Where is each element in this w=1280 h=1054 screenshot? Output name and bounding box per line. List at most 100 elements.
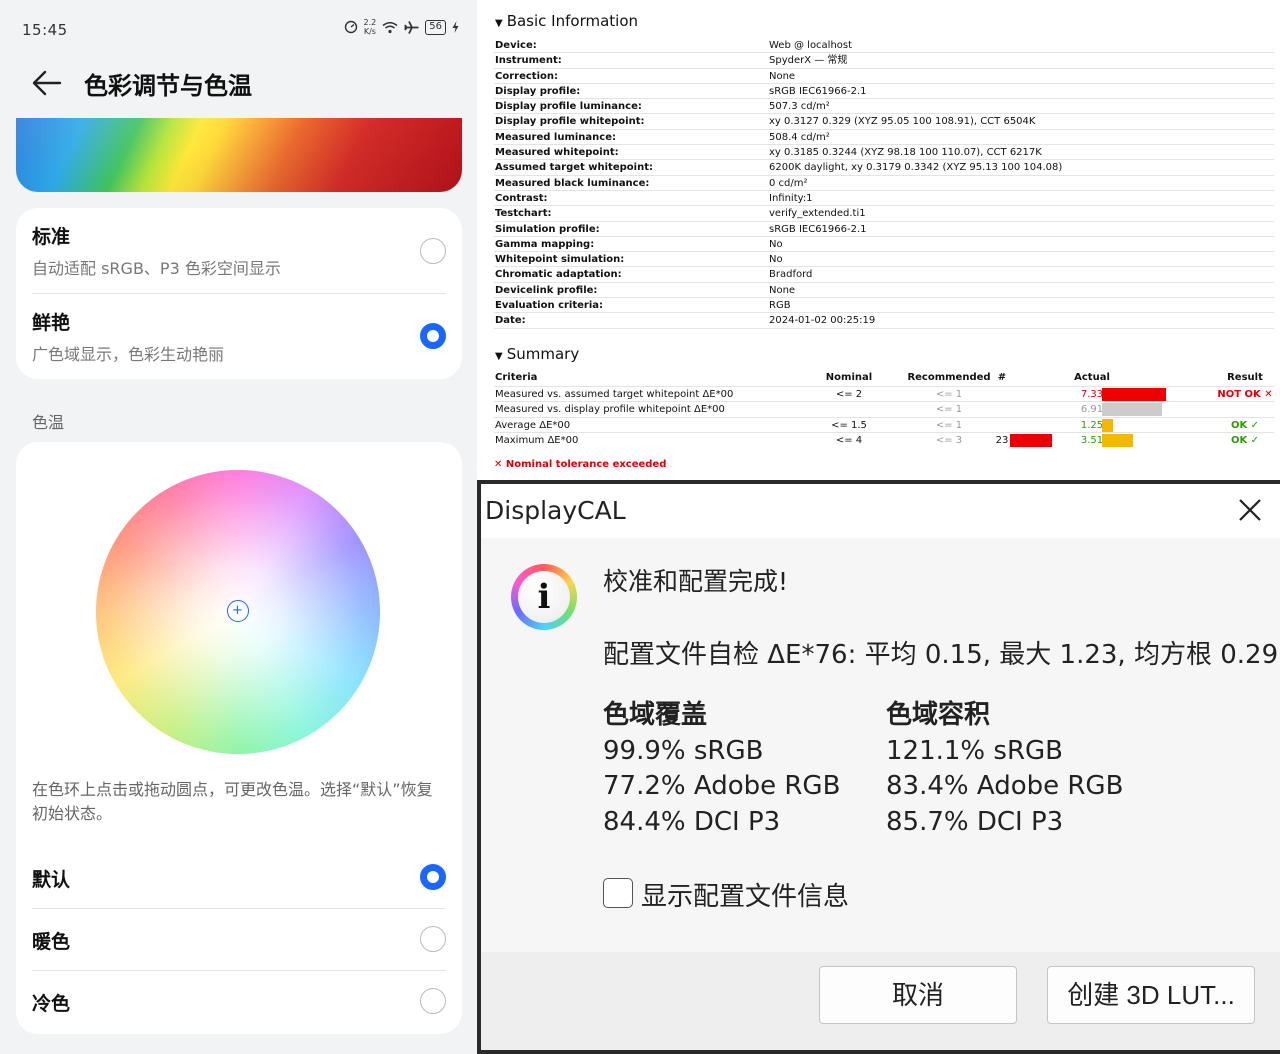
temp-option-warm[interactable]: 暖色 bbox=[32, 909, 446, 969]
info-key: Display profile whitepoint: bbox=[495, 116, 645, 128]
info-row: Device: Web @ localhost bbox=[494, 38, 1274, 54]
recommended-value: <= 1 bbox=[935, 389, 963, 400]
info-row: Whitepoint simulation: No bbox=[494, 252, 1274, 268]
recommended-value: <= 1 bbox=[935, 404, 963, 415]
close-icon[interactable] bbox=[1234, 494, 1266, 526]
color-wheel-handle[interactable] bbox=[227, 600, 249, 622]
cancel-button[interactable]: 取消 bbox=[819, 966, 1017, 1024]
info-key: Whitepoint simulation: bbox=[495, 254, 625, 266]
header-criteria: Criteria bbox=[495, 372, 538, 383]
info-row: Testchart: verify_extended.ti1 bbox=[494, 206, 1274, 222]
criteria-text: Measured vs. display profile whitepoint … bbox=[495, 404, 725, 415]
speed-unit: K/s bbox=[363, 27, 376, 36]
network-speed: 2.2 K/s bbox=[364, 18, 377, 36]
gamut-coverage-value: 99.9% sRGB bbox=[603, 735, 764, 766]
info-row: Measured black luminance: 0 cd/m² bbox=[494, 176, 1274, 191]
criteria-text: Average ΔE*00 bbox=[495, 420, 571, 431]
info-value: 2024-01-02 00:25:19 bbox=[769, 315, 876, 327]
radio-standard[interactable] bbox=[420, 238, 446, 264]
info-value: Bradford bbox=[769, 269, 813, 281]
create-3d-lut-button[interactable]: 创建 3D LUT... bbox=[1047, 966, 1255, 1024]
info-row: Display profile whitepoint: xy 0.3127 0.3… bbox=[494, 114, 1274, 130]
summary-row: Average ΔE*00 <= 1.5 <= 1 1.25 OK ✓ bbox=[494, 417, 1274, 432]
nominal-value: <= 2 bbox=[835, 389, 863, 400]
info-key: Evaluation criteria: bbox=[495, 300, 604, 312]
page-title: 色彩调节与色温 bbox=[84, 72, 252, 100]
info-key: Instrument: bbox=[495, 55, 562, 67]
speed-value: 2.2 bbox=[363, 18, 377, 27]
gamut-volume-value: 121.1% sRGB bbox=[886, 735, 1063, 766]
summary-row: Maximum ΔE*00 <= 4 <= 3 23 3.51 OK ✓ bbox=[494, 432, 1274, 447]
back-arrow-icon[interactable] bbox=[30, 68, 64, 98]
dialog-window: DisplayCAL i 校准和配置完成! 配置文件自检 ΔE*76: 平均 0… bbox=[481, 484, 1280, 1050]
collapse-triangle-icon: ▼ bbox=[495, 351, 503, 362]
info-key: Correction: bbox=[495, 70, 558, 82]
mode-subtitle: 自动适配 sRGB、P3 色彩空间显示 bbox=[32, 259, 281, 278]
info-value: xy 0.3127 0.329 (XYZ 95.05 100 108.91), … bbox=[769, 116, 1036, 128]
info-key: Date: bbox=[495, 315, 526, 327]
info-value: No bbox=[769, 238, 783, 250]
gamut-coverage: 色域覆盖 99.9% sRGB 77.2% Adobe RGB 84.4% DC… bbox=[603, 698, 840, 840]
info-value: Web @ localhost bbox=[769, 40, 853, 51]
basic-info-table: Device: Web @ localhost Instrument: SpyderX… bbox=[494, 38, 1274, 329]
radio-warm[interactable] bbox=[420, 926, 446, 952]
info-row: Simulation profile: sRGB IEC61966-2.1 bbox=[494, 222, 1274, 237]
info-value: Infinity:1 bbox=[769, 192, 813, 204]
info-value: sRGB IEC61966-2.1 bbox=[769, 223, 867, 235]
info-key: Display profile luminance: bbox=[495, 101, 642, 113]
basic-info-toggle[interactable]: ▼ Basic Information bbox=[495, 12, 638, 30]
actual-value-bar bbox=[1102, 403, 1162, 416]
wifi-icon bbox=[382, 21, 398, 33]
info-key: Assumed target whitepoint: bbox=[495, 162, 653, 174]
header-actual: Actual bbox=[1074, 372, 1110, 383]
show-profile-info-checkbox[interactable] bbox=[603, 878, 633, 908]
summary-title: Summary bbox=[506, 345, 580, 363]
info-key: Testchart: bbox=[495, 208, 552, 220]
color-temp-hint: 在色环上点击或拖动圆点，可更改色温。选择“默认”恢复初始状态。 bbox=[32, 780, 433, 823]
mode-title: 鲜艳 bbox=[32, 312, 71, 334]
header-nominal: Nominal bbox=[825, 372, 873, 383]
info-key: Device: bbox=[495, 40, 537, 51]
info-value: verify_extended.ti1 bbox=[769, 208, 866, 220]
radio-default[interactable] bbox=[420, 864, 446, 890]
checkbox-label: 显示配置文件信息 bbox=[641, 882, 850, 912]
temp-label: 冷色 bbox=[32, 993, 71, 1015]
color-mode-card: 标准 自动适配 sRGB、P3 色彩空间显示 鲜艳 广色域显示，色彩生动艳丽 bbox=[16, 208, 462, 379]
header-recommended: Recommended bbox=[907, 372, 991, 383]
status-bar: 15:45 2.2 K/s 56 bbox=[0, 0, 477, 60]
actual-value-bar bbox=[1102, 419, 1113, 432]
recommended-value: <= 1 bbox=[935, 420, 963, 431]
info-value: 508.4 cd/m² bbox=[769, 131, 830, 143]
temp-option-cool[interactable]: 冷色 bbox=[32, 971, 446, 1031]
divider bbox=[32, 293, 446, 294]
profile-self-check-stats: 配置文件自检 ΔE*76: 平均 0.15, 最大 1.23, 均方根 0.29 bbox=[603, 640, 1279, 670]
radio-vivid[interactable] bbox=[420, 323, 446, 349]
temp-label: 默认 bbox=[32, 869, 71, 891]
info-value: None bbox=[769, 70, 796, 82]
temp-option-default[interactable]: 默认 bbox=[32, 847, 446, 907]
battery-indicator: 56 bbox=[425, 19, 446, 35]
dialog-title: DisplayCAL bbox=[485, 496, 626, 525]
nominal-value: <= 4 bbox=[835, 435, 863, 446]
mode-option-vivid[interactable]: 鲜艳 广色域显示，色彩生动艳丽 bbox=[32, 308, 446, 372]
charging-icon bbox=[452, 21, 459, 33]
info-key: Gamma mapping: bbox=[495, 238, 595, 250]
mode-option-standard[interactable]: 标准 自动适配 sRGB、P3 色彩空间显示 bbox=[32, 222, 446, 294]
info-key: Measured luminance: bbox=[495, 131, 616, 143]
sample-error-bar bbox=[1010, 434, 1052, 447]
criteria-text: Maximum ΔE*00 bbox=[495, 435, 579, 446]
radio-cool[interactable] bbox=[420, 988, 446, 1014]
verification-report: ▼ Basic Information Device: Web @ localhos… bbox=[477, 0, 1280, 480]
mode-subtitle: 广色域显示，色彩生动艳丽 bbox=[32, 345, 225, 364]
info-value: No bbox=[769, 254, 783, 266]
info-key: Chromatic adaptation: bbox=[495, 269, 622, 281]
summary-toggle[interactable]: ▼ Summary bbox=[495, 345, 579, 363]
sample-number: 23 bbox=[995, 435, 1009, 446]
info-key: Measured black luminance: bbox=[495, 177, 650, 189]
gamut-coverage-value: 77.2% Adobe RGB bbox=[603, 771, 841, 801]
status-icons: 2.2 K/s 56 bbox=[344, 18, 459, 36]
summary-header-row: Criteria Nominal Recommended # Actual Re… bbox=[494, 372, 1274, 386]
temp-label: 暖色 bbox=[32, 931, 71, 953]
info-row: Contrast: Infinity:1 bbox=[494, 191, 1274, 207]
page-header: 色彩调节与色温 bbox=[0, 60, 477, 110]
